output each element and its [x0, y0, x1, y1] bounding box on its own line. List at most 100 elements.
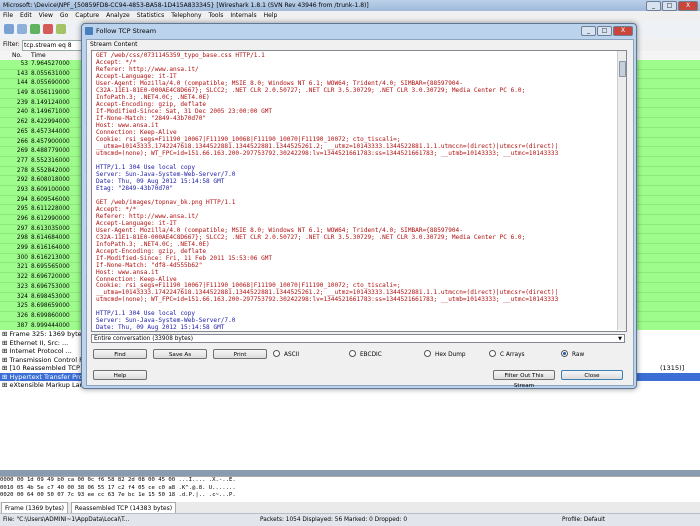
packet-time: 8.149671000 — [31, 109, 70, 116]
radio-hex-dump-dot[interactable] — [424, 350, 431, 357]
menu-file[interactable]: File — [3, 11, 13, 21]
stream-text: GET /web/css/0731145359_typo_base.css HT… — [96, 52, 614, 332]
packet-number: 262 — [16, 119, 28, 126]
menu-analyze[interactable]: Analyze — [106, 11, 130, 21]
restart-capture-icon[interactable] — [56, 24, 66, 34]
maximize-button[interactable]: □ — [662, 1, 677, 11]
stream-line: User-Agent: Mozilla/4.0 (compatible; MSI… — [96, 79, 463, 87]
stream-line: Date: Thu, 09 Aug 2012 15:14:58 GMT — [96, 177, 225, 185]
packet-time: 8.695565000 — [31, 264, 70, 271]
follow-tcp-stream-dialog: Follow TCP Stream _ □ X Stream Content G… — [81, 23, 637, 389]
packet-time: 8.552316000 — [31, 157, 70, 164]
packet-number: 324 — [16, 293, 28, 300]
stream-line: GET /web/images/topnav_bk.png HTTP/1.1 — [96, 198, 236, 206]
radio-raw-dot[interactable] — [561, 350, 568, 357]
packet-number: 299 — [16, 245, 28, 252]
close-button[interactable]: Close — [561, 370, 623, 380]
packet-number: 300 — [16, 254, 28, 261]
stream-line: If-Modified-Since: Sat, 31 Dec 2005 23:0… — [96, 107, 273, 115]
find-button[interactable]: Find — [93, 349, 147, 359]
capture-options-icon[interactable] — [17, 24, 27, 34]
packet-time: 8.616164000 — [31, 245, 70, 252]
stream-line: utmcmd=(none); WT_FPC=id=151.66.163.200-… — [96, 296, 559, 304]
conversation-select[interactable]: Entire conversation (33908 bytes) ▼ — [91, 334, 625, 343]
radio-ebcdic[interactable]: EBCDIC — [349, 350, 382, 359]
filter-out-stream-button[interactable]: Filter Out This Stream — [493, 370, 555, 389]
stream-line: Cookie: rsi_segs=F11190_10067|F11190_100… — [96, 282, 401, 290]
radio-hex-dump[interactable]: Hex Dump — [424, 350, 466, 359]
scrollbar-thumb[interactable] — [619, 61, 626, 77]
dialog-maximize-button[interactable]: □ — [597, 26, 612, 36]
close-window-button[interactable]: X — [678, 1, 698, 11]
menu-edit[interactable]: Edit — [20, 11, 32, 21]
bytes-tabs: Frame (1369 bytes) Reassembled TCP (1438… — [0, 502, 700, 515]
bytes-pane[interactable]: 0000 00 1d 09 49 b0 ca 00 0c f6 58 82 2d… — [0, 476, 700, 503]
packet-number: 53 — [20, 61, 28, 67]
menu-tools[interactable]: Tools — [209, 11, 224, 21]
stream-line: If-None-Match: "2849-43b70d70" — [96, 114, 207, 122]
hex-line: 0020 00 64 00 50 07 7c 93 ee cc 63 7e bc… — [0, 492, 236, 498]
window-title: Microsoft: \Device\NPF_{50859FD8-CC94-48… — [3, 2, 369, 9]
radio-ebcdic-dot[interactable] — [349, 350, 356, 357]
packet-time: 8.698453000 — [31, 293, 70, 300]
packet-number: 387 — [16, 322, 28, 329]
chevron-down-icon[interactable]: ▼ — [618, 335, 622, 344]
stream-line: Etag: "2849-43b70d70" — [96, 184, 174, 192]
packet-number: 149 — [16, 90, 28, 97]
dialog-minimize-button[interactable]: _ — [581, 26, 596, 36]
stream-line: Server: Sun-Java-System-Web-Server/7.0 — [96, 317, 236, 325]
packet-number: 265 — [16, 128, 28, 135]
status-profile[interactable]: Profile: Default — [562, 514, 605, 526]
stop-capture-icon[interactable] — [43, 24, 53, 34]
stream-content-area[interactable]: GET /web/css/0731145359_typo_base.css HT… — [91, 50, 627, 332]
filter-label: Filter: — [3, 41, 20, 48]
menu-view[interactable]: View — [39, 11, 53, 21]
filter-input[interactable]: tcp.stream eq 8 — [22, 40, 85, 51]
menu-internals[interactable]: Internals — [230, 11, 256, 21]
stream-line: Connection: Keep-Alive — [96, 275, 177, 283]
stream-line: User-Agent: Mozilla/4.0 (compatible; MSI… — [96, 226, 463, 234]
dialog-body: Stream Content GET /web/css/0731145359_t… — [86, 39, 634, 389]
packet-number: 144 — [16, 80, 28, 87]
radio-ascii-dot[interactable] — [273, 350, 280, 357]
menu-statistics[interactable]: Statistics — [137, 11, 164, 21]
packet-number: 277 — [16, 157, 28, 164]
stream-line: If-Modified-Since: Fri, 11 Feb 2011 15:5… — [96, 254, 273, 262]
help-button[interactable]: Help — [93, 370, 147, 380]
column-no[interactable]: No. — [12, 51, 22, 60]
radio-c-arrays-dot[interactable] — [489, 350, 496, 357]
menu-help[interactable]: Help — [264, 11, 278, 21]
wireshark-app-icon — [85, 27, 93, 35]
menu-telephony[interactable]: Telephony — [171, 11, 201, 21]
column-time[interactable]: Time — [31, 51, 46, 60]
print-button[interactable]: Print — [213, 349, 267, 359]
dialog-close-icon[interactable]: X — [613, 26, 633, 36]
radio-ascii[interactable]: ASCII — [273, 350, 299, 359]
packet-time: 8.055631000 — [31, 70, 70, 77]
start-capture-icon[interactable] — [30, 24, 40, 34]
save-as-button[interactable]: Save As — [153, 349, 207, 359]
stream-line: Host: www.ansa.it — [96, 268, 159, 276]
minimize-button[interactable]: _ — [646, 1, 661, 11]
menu-go[interactable]: Go — [60, 11, 68, 21]
dialog-title-bar: Follow TCP Stream _ □ X — [82, 24, 636, 38]
stream-scrollbar[interactable] — [617, 51, 626, 330]
hex-line: 0000 00 1d 09 49 b0 ca 00 0c f6 58 82 2d… — [0, 477, 236, 483]
radio-c-arrays[interactable]: C Arrays — [489, 350, 525, 359]
packet-time: 8.696720000 — [31, 274, 70, 281]
packet-number: 298 — [16, 235, 28, 242]
packet-time: 8.613035000 — [31, 225, 70, 232]
radio-raw[interactable]: Raw — [561, 350, 584, 359]
interface-list-icon[interactable] — [4, 24, 14, 34]
stream-line: Accept-Language: it-IT — [96, 72, 177, 80]
menu-capture[interactable]: Capture — [75, 11, 99, 21]
window-controls: _ □ X — [646, 1, 698, 11]
packet-number: 143 — [16, 70, 28, 77]
packet-time: 8.457344000 — [31, 128, 70, 135]
stream-line: Etag: "df8-4d555b62" — [96, 331, 614, 332]
stream-line: Date: Thu, 09 Aug 2012 15:14:58 GMT — [96, 324, 225, 332]
packet-time: 8.055690000 — [31, 80, 70, 87]
stream-line: C32A-11E1-81E0-000AE4C8D667}; SLCC2; .NE… — [96, 86, 526, 94]
packet-time: 8.609100000 — [31, 186, 70, 193]
hex-line: 0010 05 4b 5e c7 40 00 38 06 55 17 c2 f4… — [0, 484, 236, 491]
